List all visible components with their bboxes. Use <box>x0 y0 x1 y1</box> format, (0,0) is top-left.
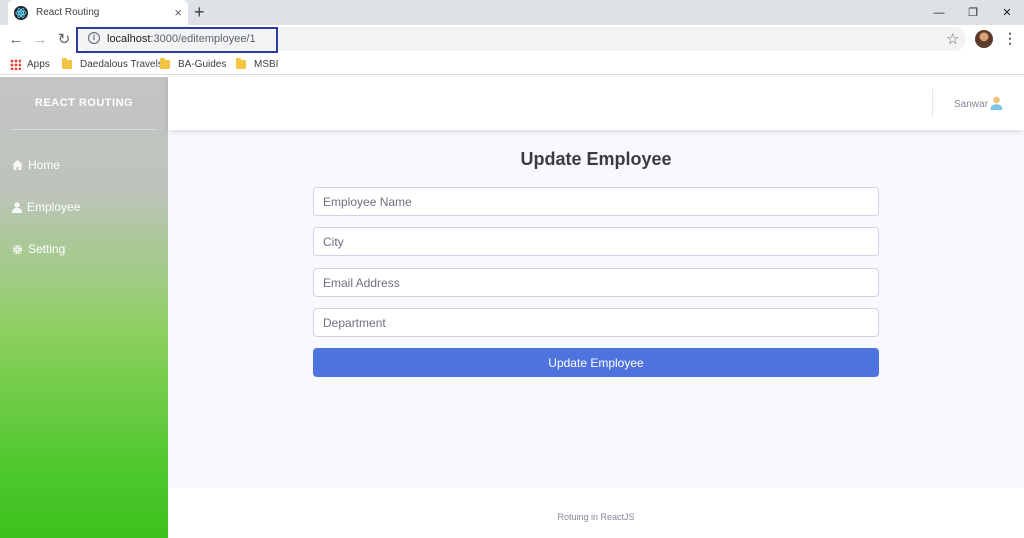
bookmark-label: BA-Guides <box>178 58 227 70</box>
bookmark-daedalous-travels[interactable]: Daedalous Travels <box>62 56 163 72</box>
reload-button[interactable]: ↻ <box>54 29 74 49</box>
bookmark-star-icon[interactable]: ☆ <box>946 30 959 48</box>
tab-close-icon[interactable]: × <box>174 6 182 19</box>
update-employee-button[interactable]: Update Employee <box>313 348 879 377</box>
url-path: :3000/editemployee/1 <box>150 33 256 45</box>
browser-menu-icon[interactable]: ⋮ <box>1003 30 1017 46</box>
folder-icon <box>62 57 72 69</box>
sidebar-item-setting[interactable]: Setting <box>12 240 65 258</box>
main-content: Update Employee Update Employee <box>168 130 1024 488</box>
apps-grid-icon <box>10 58 21 70</box>
bookmark-label: Daedalous Travels <box>80 58 163 70</box>
minimize-button[interactable]: — <box>922 0 956 25</box>
bookmark-label: MSBI <box>254 58 279 70</box>
site-info-icon[interactable]: i <box>88 32 100 44</box>
user-icon <box>12 201 22 213</box>
back-button[interactable]: ← <box>6 29 26 49</box>
react-logo-icon <box>14 5 28 20</box>
bookmark-apps[interactable]: Apps <box>10 56 50 72</box>
employee-name-field[interactable] <box>313 187 879 216</box>
bookmarks-bar: Apps Daedalous Travels BA-Guides MSBI <box>0 53 1024 75</box>
new-tab-button[interactable]: + <box>194 2 205 22</box>
tab-title: React Routing <box>36 7 100 18</box>
city-field[interactable] <box>313 227 879 256</box>
sidebar-item-label: Setting <box>28 242 66 256</box>
sidebar-divider <box>12 129 156 130</box>
browser-tabstrip: React Routing × + — ❐ ✕ <box>0 0 1024 25</box>
close-window-button[interactable]: ✕ <box>990 0 1024 25</box>
footer-text: Rotuing in ReactJS <box>557 512 635 522</box>
topbar-divider <box>932 89 933 117</box>
topbar: Sanwar <box>168 77 1024 130</box>
department-field[interactable] <box>313 308 879 337</box>
sidebar-item-label: Home <box>28 158 61 172</box>
url-host: localhost <box>107 33 151 45</box>
bookmark-label: Apps <box>27 58 50 70</box>
url-text[interactable]: localhost:3000/editemployee/1 <box>107 33 256 45</box>
bookmark-ba-guides[interactable]: BA-Guides <box>160 56 226 72</box>
sidebar-brand[interactable]: REACT ROUTING <box>0 97 168 109</box>
window-controls: — ❐ ✕ <box>922 0 1024 25</box>
forward-button[interactable]: → <box>30 29 50 49</box>
folder-icon <box>160 57 170 69</box>
sidebar-item-label: Employee <box>27 200 81 214</box>
email-field[interactable] <box>313 268 879 297</box>
user-name[interactable]: Sanwar <box>954 99 988 110</box>
gear-icon <box>12 244 23 254</box>
restore-button[interactable]: ❐ <box>956 0 990 25</box>
sidebar-item-employee[interactable]: Employee <box>12 198 80 216</box>
profile-avatar[interactable] <box>975 30 993 48</box>
footer: Rotuing in ReactJS <box>168 488 1024 538</box>
sidebar: REACT ROUTING Home Employee Setting <box>0 77 168 538</box>
sidebar-item-home[interactable]: Home <box>12 156 60 174</box>
user-avatar-icon[interactable] <box>990 96 1003 110</box>
browser-tab[interactable]: React Routing × <box>8 0 188 25</box>
folder-icon <box>236 57 246 69</box>
page-title: Update Employee <box>520 149 672 169</box>
bookmark-msbi[interactable]: MSBI <box>236 56 278 72</box>
home-icon <box>12 160 23 170</box>
